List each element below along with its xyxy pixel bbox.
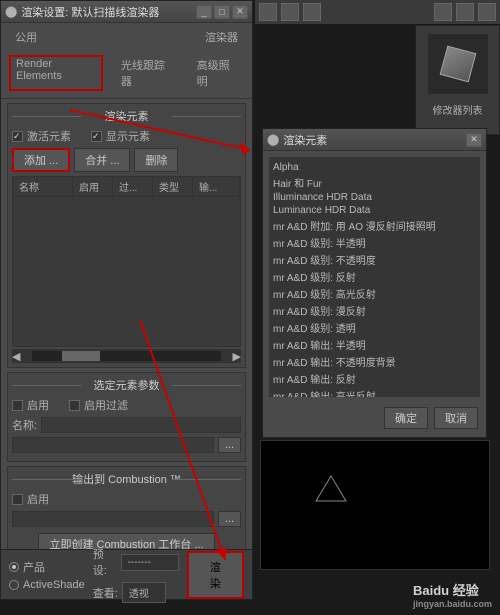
delete-button[interactable]: 删除 — [134, 148, 178, 172]
tab-renderer[interactable]: 渲染器 — [199, 27, 244, 47]
elements-table-body[interactable] — [12, 197, 241, 347]
watermark-text: Baidu 经验 — [413, 580, 492, 599]
list-item[interactable]: mr A&D 输出: 高光反射 — [273, 387, 476, 397]
tab-raytrace[interactable]: 光线跟踪器 — [115, 55, 179, 91]
top-toolbar — [255, 0, 500, 24]
render-bottom-bar: 产品 ActiveShade 预设: ------- 查看: 透视 渲染 — [1, 549, 252, 599]
toolbar-icon[interactable] — [281, 3, 299, 21]
cancel-button[interactable]: 取消 — [434, 407, 478, 429]
window-icon: ⬤ — [5, 5, 17, 18]
list-item[interactable]: mr A&D 级别: 高光反射 — [273, 285, 476, 302]
render-elements-section: 渲染元素 激活元素 显示元素 添加 ... 合并 ... 删除 名称 启用 过.… — [7, 103, 246, 368]
tab-common[interactable]: 公用 — [9, 27, 43, 47]
name-label: 名称: — [12, 417, 37, 433]
list-item[interactable]: Illuminance HDR Data — [273, 191, 476, 204]
list-item[interactable]: Luminance HDR Data — [273, 204, 476, 217]
close-button[interactable]: ✕ — [232, 5, 248, 19]
preset-dropdown[interactable]: ------- — [121, 554, 179, 571]
render-settings-window: ⬤ 渲染设置: 默认扫描线渲染器 _ □ ✕ 公用 渲染器 Render Ele… — [0, 0, 253, 600]
add-button[interactable]: 添加 ... — [12, 148, 70, 172]
toolbar-icon[interactable] — [434, 3, 452, 21]
list-item[interactable]: mr A&D 级别: 反射 — [273, 268, 476, 285]
list-item[interactable]: mr A&D 输出: 不透明度背景 — [273, 353, 476, 370]
list-item[interactable]: Alpha — [273, 161, 476, 174]
view-dropdown[interactable]: 透视 — [122, 582, 166, 603]
list-item[interactable]: mr A&D 输出: 半透明 — [273, 336, 476, 353]
show-checkbox[interactable]: 显示元素 — [91, 128, 150, 144]
list-item[interactable]: mr A&D 级别: 不透明度 — [273, 251, 476, 268]
object-wireframe-icon — [311, 471, 351, 511]
tabs-row-2: Render Elements 光线跟踪器 高级照明 — [1, 51, 252, 95]
section-title: 选定元素参数 — [12, 377, 241, 393]
list-item[interactable]: mr A&D 输出: 反射 — [273, 370, 476, 387]
list-item[interactable]: Hair 和 Fur — [273, 174, 476, 191]
preset-label: 预设: — [93, 546, 117, 578]
path-input[interactable] — [12, 437, 214, 453]
browse-button[interactable]: ... — [218, 437, 241, 453]
modifier-panel: 修改器列表 — [415, 25, 500, 135]
tab-advanced[interactable]: 高级照明 — [191, 55, 244, 91]
watermark: Baidu 经验 jingyan.baidu.com — [413, 580, 492, 609]
ok-button[interactable]: 确定 — [384, 407, 428, 429]
modifier-list-label[interactable]: 修改器列表 — [416, 102, 499, 117]
combustion-path-input[interactable] — [12, 511, 214, 527]
col-type[interactable]: 类型 — [153, 177, 193, 196]
list-item[interactable]: mr A&D 级别: 透明 — [273, 319, 476, 336]
tab-render-elements[interactable]: Render Elements — [9, 55, 103, 91]
popup-title-bar[interactable]: ⬤ 渲染元素 ✕ — [263, 129, 486, 151]
combustion-enable-checkbox[interactable]: 启用 — [12, 491, 241, 507]
col-name[interactable]: 名称 — [13, 177, 73, 196]
scroll-left-icon[interactable]: ◀ — [12, 350, 20, 363]
list-item[interactable]: mr A&D 级别: 半透明 — [273, 234, 476, 251]
window-title-bar[interactable]: ⬤ 渲染设置: 默认扫描线渲染器 _ □ ✕ — [1, 1, 252, 23]
section-title: 渲染元素 — [12, 108, 241, 124]
product-radio[interactable]: 产品 — [9, 559, 85, 575]
toolbar-icon[interactable] — [478, 3, 496, 21]
maximize-button[interactable]: □ — [214, 5, 230, 19]
object-preview — [428, 34, 488, 94]
name-input[interactable] — [41, 417, 241, 433]
view-label: 查看: — [93, 585, 118, 601]
list-item[interactable]: mr A&D 级别: 漫反射 — [273, 302, 476, 319]
minimize-button[interactable]: _ — [196, 5, 212, 19]
watermark-url: jingyan.baidu.com — [413, 599, 492, 609]
activeshade-radio[interactable]: ActiveShade — [9, 579, 85, 591]
section-title: 输出到 Combustion ™ — [12, 471, 241, 487]
enable-checkbox[interactable]: 启用 — [12, 397, 49, 413]
list-item[interactable]: mr A&D 附加: 用 AO 漫反射间接照明 — [273, 217, 476, 234]
toolbar-icon[interactable] — [259, 3, 277, 21]
window-icon: ⬤ — [267, 133, 279, 146]
tabs-row-1: 公用 渲染器 — [1, 23, 252, 51]
element-list[interactable]: AlphaHair 和 FurIlluminance HDR DataLumin… — [269, 157, 480, 397]
col-filter[interactable]: 过... — [113, 177, 153, 196]
window-title: 渲染设置: 默认扫描线渲染器 — [21, 4, 196, 20]
elements-table-header: 名称 启用 过... 类型 输... — [12, 176, 241, 197]
browse-button[interactable]: ... — [218, 511, 241, 527]
viewport[interactable] — [260, 440, 490, 570]
col-enable[interactable]: 启用 — [73, 177, 113, 196]
divider — [1, 98, 252, 99]
merge-button[interactable]: 合并 ... — [74, 148, 130, 172]
cube-icon — [439, 46, 476, 83]
close-button[interactable]: ✕ — [466, 133, 482, 147]
popup-title: 渲染元素 — [283, 132, 466, 148]
toolbar-icon[interactable] — [303, 3, 321, 21]
scroll-right-icon[interactable]: ▶ — [233, 350, 241, 363]
horizontal-scrollbar[interactable]: ◀ ▶ — [12, 349, 241, 363]
activate-checkbox[interactable]: 激活元素 — [12, 128, 71, 144]
col-output[interactable]: 输... — [193, 177, 240, 196]
toolbar-icon[interactable] — [456, 3, 474, 21]
render-element-picker: ⬤ 渲染元素 ✕ AlphaHair 和 FurIlluminance HDR … — [262, 128, 487, 438]
selected-params-section: 选定元素参数 启用 启用过滤 名称: ... — [7, 372, 246, 462]
enable-filter-checkbox[interactable]: 启用过滤 — [69, 397, 128, 413]
render-button[interactable]: 渲染 — [187, 551, 244, 599]
